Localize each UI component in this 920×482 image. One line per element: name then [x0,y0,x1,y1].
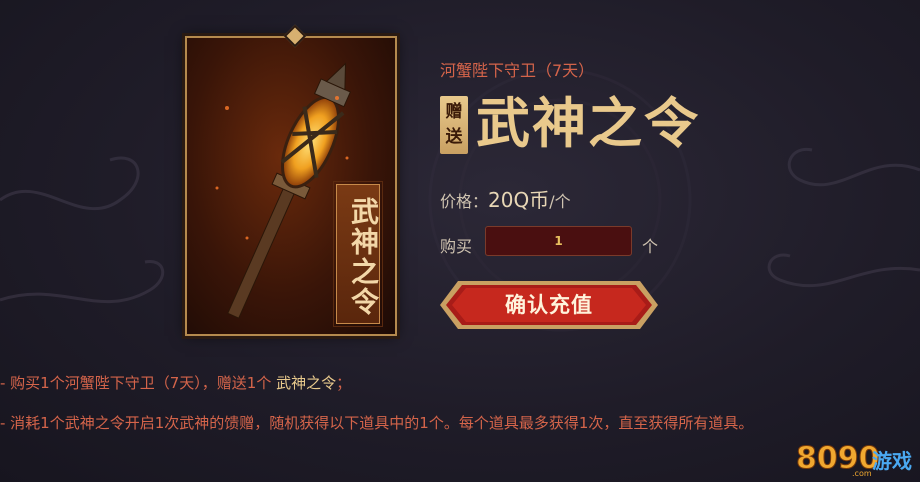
price-label: 价格： [440,192,489,211]
gift-badge: 赠送 [440,96,468,154]
price-row: 价格：20Q币/个 [440,184,571,213]
rule-line: - 消耗1个武神之令开启1次武神的馈赠，随机获得以下道具中的1个。每个道具最多获… [0,412,753,433]
rule-text: - 消耗1个武神之令开启1次 [0,414,180,432]
rule-line: - 购买1个河蟹陛下守卫（7天），赠送1个 武神之令； [0,372,351,393]
rule-highlight: 武神 [179,414,210,432]
confirm-label: 确认充值 [505,293,593,317]
rule-text: 的馈赠，随机获得以下道具中的1个。每个道具最多获得1次，直至获得所有道具。 [209,414,754,432]
rule-text: ； [336,374,352,392]
quantity-input[interactable] [485,226,632,256]
quantity-unit: 个 [642,237,659,256]
card-title-plate: 武神之令 [333,181,383,327]
product-subtitle: 河蟹陛下守卫（7天） [440,61,595,80]
gift-title: 武神之令 [476,91,700,155]
site-logo: 8090 .com 游戏 [796,441,913,479]
price-unit: /个 [549,192,571,211]
logo-domain: .com [852,469,872,478]
rule-highlight: 武神之令 [276,374,337,392]
quantity-label: 购买 [440,237,473,256]
confirm-recharge-button[interactable]: 确认充值 [438,277,660,333]
rule-text: - 购买1个河蟹陛下守卫（7天），赠送1个 [0,374,277,392]
logo-brand: 游戏 [872,449,912,473]
price-value: 20Q币 [488,188,550,212]
